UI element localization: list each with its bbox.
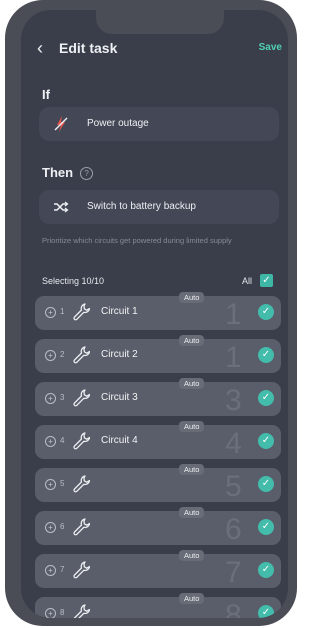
circuit-name: Circuit 2 [101, 349, 138, 360]
drag-handle-icon[interactable]: + [45, 436, 56, 447]
circuit-index: 6 [60, 522, 65, 531]
drag-handle-icon[interactable]: + [45, 393, 56, 404]
circuit-index: 8 [60, 608, 65, 617]
circuit-checkbox[interactable]: ✓ [258, 476, 274, 492]
action-label: Switch to battery backup [87, 201, 196, 212]
wrench-icon [73, 561, 90, 579]
drag-handle-icon[interactable]: + [45, 350, 56, 361]
circuit-index: 3 [60, 393, 65, 402]
auto-badge: Auto [179, 378, 205, 389]
header: ‹ Edit task Save [21, 38, 288, 60]
auto-badge: Auto [179, 292, 205, 303]
help-icon[interactable]: ? [80, 167, 94, 180]
app-screen: ‹ Edit task Save If Power outage Then? S… [21, 10, 288, 618]
circuit-index: 4 [60, 436, 65, 445]
priority-number: 6 [225, 513, 242, 546]
priority-number: 1 [225, 298, 242, 331]
drag-handle-icon[interactable]: + [45, 522, 56, 533]
circuit-index: 2 [60, 350, 65, 359]
wrench-icon [73, 604, 90, 618]
circuit-row[interactable]: +7 Auto 7 ✓ [35, 550, 281, 589]
wrench-icon [73, 303, 90, 321]
circuit-checkbox[interactable]: ✓ [258, 605, 274, 618]
circuit-checkbox[interactable]: ✓ [258, 390, 274, 406]
circuit-name: Circuit 1 [101, 306, 138, 317]
then-heading-text: Then [42, 165, 74, 180]
wrench-icon [73, 346, 90, 364]
circuit-checkbox[interactable]: ✓ [258, 433, 274, 449]
auto-badge: Auto [179, 335, 205, 346]
priority-number: 1 [225, 341, 242, 374]
hint-text: Prioritize which circuits get powered du… [42, 236, 232, 245]
circuit-row[interactable]: +2 Circuit 2 Auto 1 ✓ [35, 335, 281, 374]
circuit-index: 7 [60, 565, 65, 574]
priority-number: 4 [225, 427, 242, 460]
selection-row: Selecting 10/10 All ✓ [42, 274, 276, 290]
auto-badge: Auto [179, 421, 205, 432]
drag-handle-icon[interactable]: + [45, 608, 56, 618]
power-outage-icon [54, 116, 68, 132]
circuit-row[interactable]: +1 Circuit 1 Auto 1 ✓ [35, 292, 281, 331]
page-title: Edit task [59, 40, 118, 56]
circuit-row[interactable]: +6 Auto 6 ✓ [35, 507, 281, 546]
circuit-row[interactable]: +3 Circuit 3 Auto 3 ✓ [35, 378, 281, 417]
circuit-row[interactable]: +5 Auto 5 ✓ [35, 464, 281, 503]
auto-badge: Auto [179, 507, 205, 518]
wrench-icon [73, 475, 90, 493]
auto-badge: Auto [179, 593, 205, 604]
priority-number: 8 [225, 599, 242, 618]
circuit-checkbox[interactable]: ✓ [258, 562, 274, 578]
circuit-name: Circuit 3 [101, 392, 138, 403]
select-all-checkbox[interactable]: ✓ [260, 274, 273, 287]
circuit-checkbox[interactable]: ✓ [258, 304, 274, 320]
back-icon[interactable]: ‹ [37, 38, 43, 59]
action-card[interactable]: Switch to battery backup [39, 190, 279, 224]
drag-handle-icon[interactable]: + [45, 565, 56, 576]
then-heading: Then? [42, 165, 94, 180]
shuffle-icon [54, 201, 69, 213]
selection-count: Selecting 10/10 [42, 276, 105, 286]
auto-badge: Auto [179, 550, 205, 561]
priority-number: 3 [225, 384, 242, 417]
circuit-row[interactable]: +4 Circuit 4 Auto 4 ✓ [35, 421, 281, 460]
wrench-icon [73, 518, 90, 536]
drag-handle-icon[interactable]: + [45, 479, 56, 490]
phone-frame: ‹ Edit task Save If Power outage Then? S… [5, 0, 297, 626]
if-heading: If [42, 87, 50, 102]
drag-handle-icon[interactable]: + [45, 307, 56, 318]
trigger-card[interactable]: Power outage [39, 107, 279, 141]
circuit-index: 1 [60, 307, 65, 316]
wrench-icon [73, 389, 90, 407]
circuit-row[interactable]: +8 Auto 8 ✓ [35, 593, 281, 618]
circuit-checkbox[interactable]: ✓ [258, 519, 274, 535]
priority-number: 5 [225, 470, 242, 503]
circuit-checkbox[interactable]: ✓ [258, 347, 274, 363]
select-all-label: All [241, 276, 252, 286]
trigger-label: Power outage [87, 118, 149, 129]
save-button[interactable]: Save [259, 42, 282, 53]
circuit-name: Circuit 4 [101, 435, 138, 446]
phone-notch [96, 10, 224, 34]
circuit-index: 5 [60, 479, 65, 488]
auto-badge: Auto [179, 464, 205, 475]
wrench-icon [73, 432, 90, 450]
priority-number: 7 [225, 556, 242, 589]
